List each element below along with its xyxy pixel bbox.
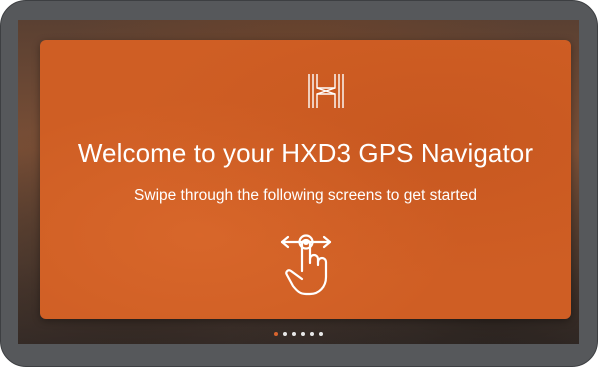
h-logo-icon [308, 74, 344, 108]
welcome-card[interactable]: Welcome to your HXD3 GPS Navigator Swipe… [40, 40, 571, 319]
page-dot[interactable] [301, 332, 305, 336]
page-dot[interactable] [283, 332, 287, 336]
page-dot[interactable] [274, 332, 278, 336]
page-dot[interactable] [292, 332, 296, 336]
page-dot[interactable] [310, 332, 314, 336]
welcome-subtitle: Swipe through the following screens to g… [134, 187, 477, 204]
page-dot[interactable] [319, 332, 323, 336]
welcome-title: Welcome to your HXD3 GPS Navigator [77, 138, 534, 168]
page-indicator [274, 331, 323, 337]
swipe-gesture-icon [280, 234, 332, 296]
